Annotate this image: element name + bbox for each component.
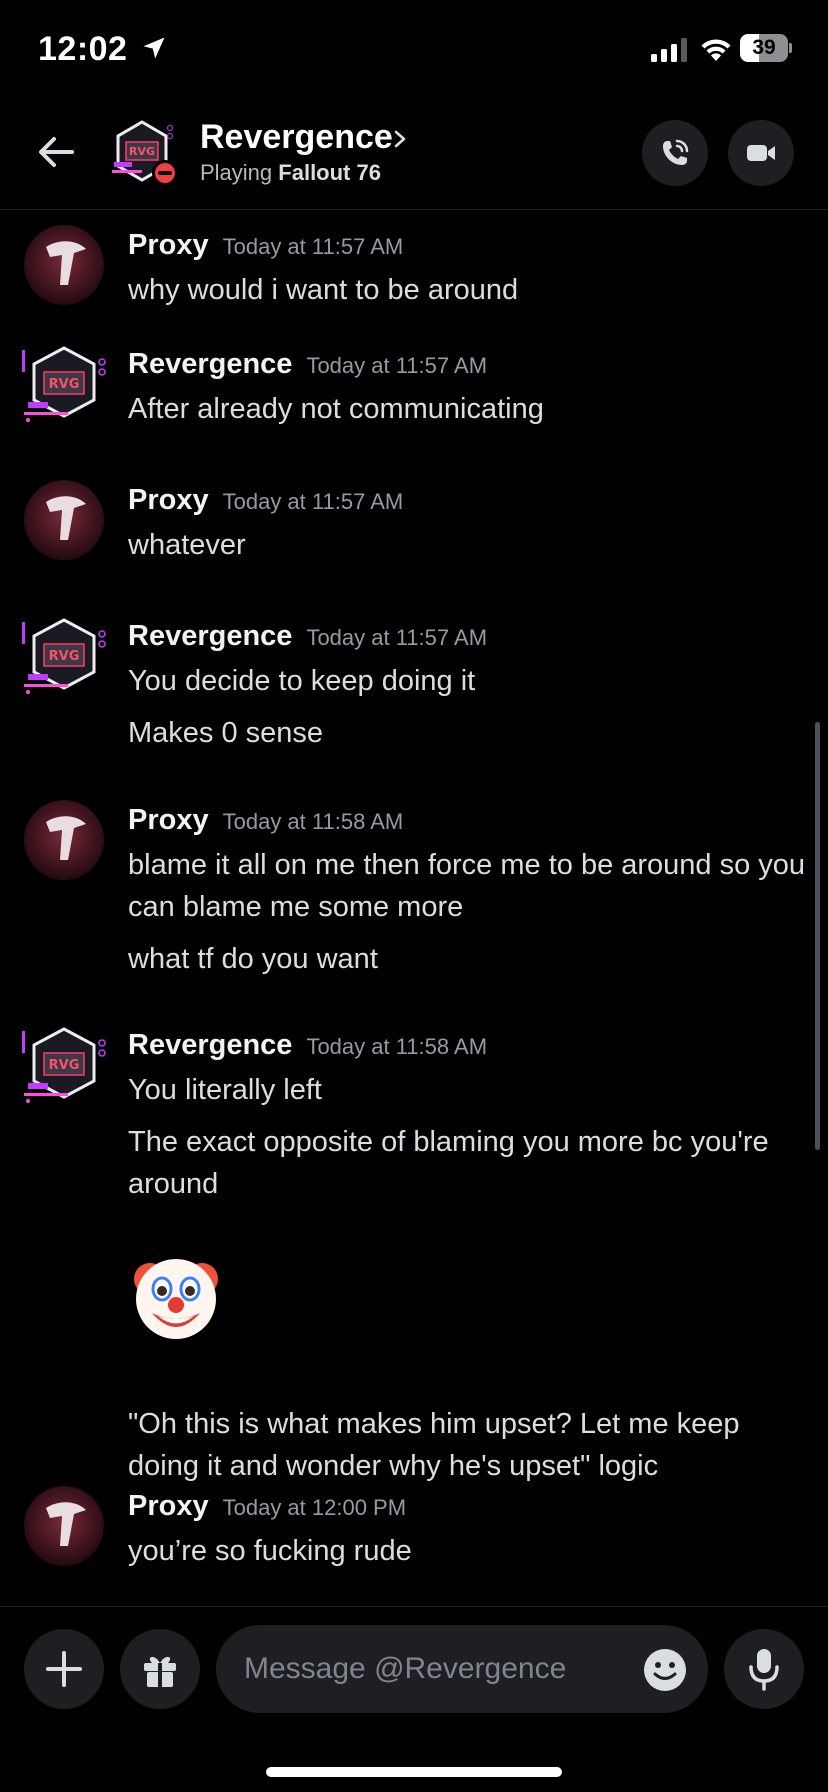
cellular-signal-icon: [651, 38, 687, 62]
revergence-avatar[interactable]: RVG: [18, 1023, 110, 1107]
clown-face-emoji[interactable]: [128, 1249, 224, 1345]
proxy-avatar[interactable]: [24, 1486, 104, 1566]
video-call-button[interactable]: [728, 120, 794, 186]
gift-button[interactable]: [120, 1629, 200, 1709]
message-author[interactable]: Revergence: [128, 348, 292, 380]
message-text[interactable]: After already not communicating: [128, 388, 808, 430]
message-author[interactable]: Proxy: [128, 484, 209, 516]
message-timestamp: Today at 11:57 AM: [222, 489, 404, 514]
message-author[interactable]: Revergence: [128, 1029, 292, 1061]
wifi-icon: [701, 39, 731, 61]
plus-icon: [46, 1651, 82, 1687]
voice-call-button[interactable]: [642, 120, 708, 186]
revergence-avatar[interactable]: RVG: [18, 614, 110, 698]
status-bar: 12:02 39: [0, 0, 828, 100]
status-time: 12:02: [38, 30, 128, 68]
svg-text:RVG: RVG: [49, 1058, 80, 1073]
message-list[interactable]: Proxy Today at 11:57 AM why would i want …: [0, 211, 828, 1606]
gift-icon: [144, 1656, 176, 1687]
message-timestamp: Today at 11:57 AM: [306, 353, 488, 378]
svg-text:RVG: RVG: [49, 377, 80, 392]
message-text[interactable]: blame it all on me then force me to be a…: [128, 844, 808, 928]
home-indicator[interactable]: [266, 1767, 562, 1777]
message-header: Proxy Today at 11:58 AM: [128, 804, 403, 837]
phone-call-icon: [663, 139, 689, 165]
activity-prefix: Playing: [200, 160, 273, 185]
proxy-avatar[interactable]: [24, 800, 104, 880]
activity-status: Playing Fallout 76: [200, 160, 381, 186]
video-camera-icon: [747, 145, 775, 161]
message-timestamp: Today at 11:58 AM: [306, 1034, 488, 1059]
location-arrow-icon: [143, 37, 165, 59]
message-text[interactable]: you’re so fucking rude: [128, 1530, 808, 1572]
message-author[interactable]: Proxy: [128, 804, 209, 836]
proxy-avatar[interactable]: [24, 225, 104, 305]
message-text[interactable]: You decide to keep doing it: [128, 660, 808, 702]
message-text[interactable]: what tf do you want: [128, 938, 808, 980]
message-timestamp: Today at 11:57 AM: [222, 234, 404, 259]
activity-game: Fallout 76: [278, 160, 381, 185]
message-header: Proxy Today at 11:57 AM: [128, 229, 403, 262]
svg-text:RVG: RVG: [129, 145, 155, 158]
scrollbar[interactable]: [815, 722, 820, 1150]
message-composer: [0, 1606, 828, 1792]
message-text[interactable]: You literally left: [128, 1069, 808, 1111]
revergence-avatar[interactable]: RVG: [18, 342, 110, 426]
arrow-left-icon[interactable]: [34, 130, 78, 174]
message-header: Revergence Today at 11:58 AM: [128, 1029, 487, 1062]
svg-text:RVG: RVG: [49, 649, 80, 664]
message-header: Proxy Today at 12:00 PM: [128, 1490, 406, 1523]
message-timestamp: Today at 11:57 AM: [306, 625, 488, 650]
message-author[interactable]: Proxy: [128, 229, 209, 261]
microphone-icon: [749, 1649, 779, 1691]
battery-icon: 39: [740, 34, 792, 62]
message-header: Revergence Today at 11:57 AM: [128, 620, 487, 653]
message-author[interactable]: Proxy: [128, 1490, 209, 1522]
message-text[interactable]: whatever: [128, 524, 808, 566]
smile-icon[interactable]: [642, 1647, 688, 1693]
message-header: Revergence Today at 11:57 AM: [128, 348, 487, 381]
message-header: Proxy Today at 11:57 AM: [128, 484, 403, 517]
message-text[interactable]: The exact opposite of blaming you more b…: [128, 1121, 808, 1205]
header-username[interactable]: Revergence: [200, 118, 393, 157]
voice-message-button[interactable]: [724, 1629, 804, 1709]
dm-header: RVG Revergence Playing Fallout 76: [0, 100, 828, 210]
message-author[interactable]: Revergence: [128, 620, 292, 652]
attach-button[interactable]: [24, 1629, 104, 1709]
message-input[interactable]: [216, 1625, 708, 1713]
message-timestamp: Today at 11:58 AM: [222, 809, 404, 834]
battery-percent: 39: [752, 36, 776, 59]
message-text[interactable]: "Oh this is what makes him upset? Let me…: [128, 1403, 808, 1487]
message-timestamp: Today at 12:00 PM: [222, 1495, 407, 1520]
message-text[interactable]: Makes 0 sense: [128, 712, 808, 754]
chevron-right-icon[interactable]: [390, 128, 410, 150]
message-text[interactable]: why would i want to be around: [128, 269, 808, 311]
proxy-avatar[interactable]: [24, 480, 104, 560]
